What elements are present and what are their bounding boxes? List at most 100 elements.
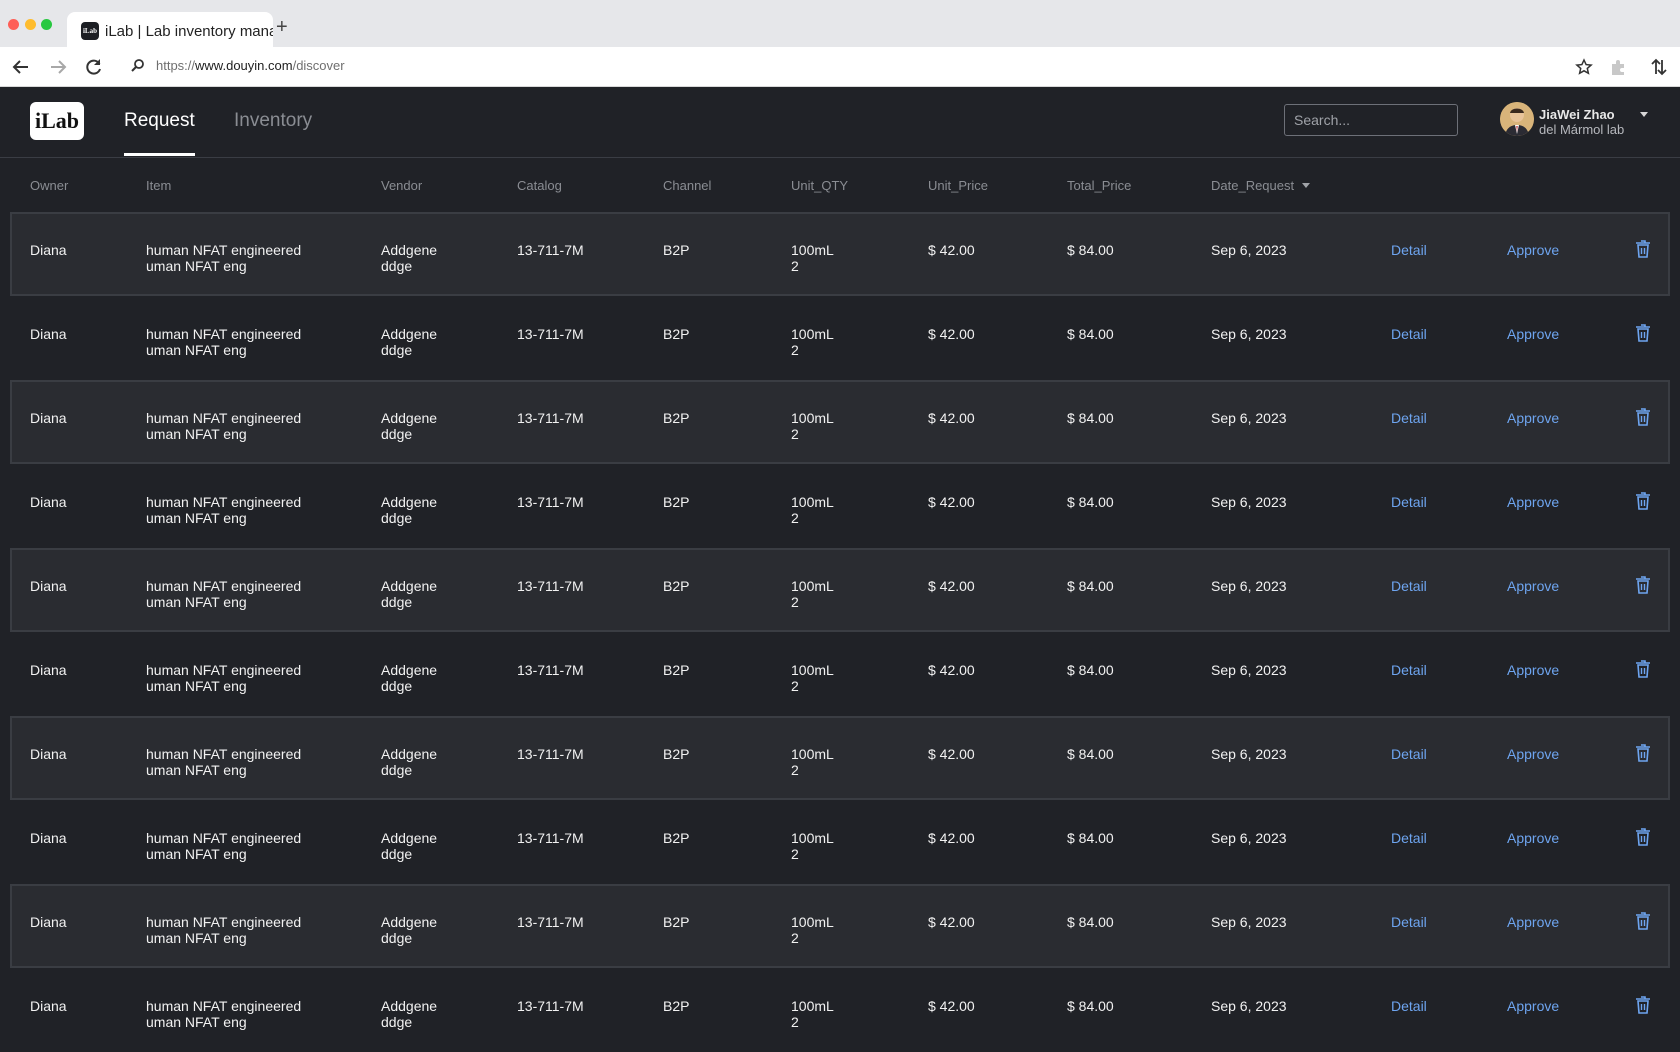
- row-unit-price: $ 42.00: [928, 578, 975, 594]
- detail-link[interactable]: Detail: [1391, 242, 1427, 258]
- detail-link[interactable]: Detail: [1391, 326, 1427, 342]
- maximize-window-button[interactable]: [41, 19, 52, 30]
- trash-icon[interactable]: [1635, 240, 1651, 258]
- row-channel: B2P: [663, 914, 689, 930]
- row-unit-qty: 100mL 2: [791, 746, 834, 778]
- arrow-right-icon[interactable]: [47, 56, 69, 78]
- caret-down-icon[interactable]: [1640, 112, 1648, 117]
- approve-button[interactable]: Approve: [1507, 746, 1559, 762]
- trash-icon[interactable]: [1635, 912, 1651, 930]
- sort-caret-down-icon[interactable]: [1302, 183, 1311, 188]
- detail-link[interactable]: Detail: [1391, 746, 1427, 762]
- trash-icon[interactable]: [1635, 828, 1651, 846]
- row-vendor-line: Addgene: [381, 662, 438, 678]
- browser-tab[interactable]: iLab iLab | Lab inventory management: [67, 12, 273, 47]
- minimize-window-button[interactable]: [25, 19, 36, 30]
- table-row[interactable]: Diana human NFAT engineered uman NFAT eng A…: [10, 716, 1670, 800]
- row-owner-line: Diana: [30, 662, 67, 678]
- table-row[interactable]: Diana human NFAT engineered uman NFAT eng A…: [10, 212, 1670, 296]
- row-total-price-line: $ 84.00: [1067, 830, 1114, 846]
- row-date-line: Sep 6, 2023: [1211, 578, 1287, 594]
- approve-button[interactable]: Approve: [1507, 578, 1559, 594]
- url-text[interactable]: https://www.douyin.com/discover: [156, 58, 345, 73]
- column-header-item[interactable]: Item: [146, 178, 171, 193]
- column-header-total-price[interactable]: Total_Price: [1067, 178, 1131, 193]
- row-total-price: $ 84.00: [1067, 410, 1114, 426]
- table-row[interactable]: Diana human NFAT engineered uman NFAT eng A…: [10, 632, 1670, 716]
- detail-link[interactable]: Detail: [1391, 662, 1427, 678]
- row-catalog-line: 13-711-7M: [517, 578, 584, 594]
- detail-link[interactable]: Detail: [1391, 998, 1427, 1014]
- row-item: human NFAT engineered uman NFAT eng: [146, 830, 301, 862]
- row-catalog: 13-711-7M: [517, 914, 584, 930]
- extension-icon[interactable]: [1607, 56, 1629, 78]
- table-row[interactable]: Diana human NFAT engineered uman NFAT eng A…: [10, 968, 1670, 1052]
- row-unit-qty-line: 2: [791, 1014, 799, 1030]
- approve-button[interactable]: Approve: [1507, 830, 1559, 846]
- sync-arrows-icon[interactable]: [1648, 56, 1670, 78]
- approve-button[interactable]: Approve: [1507, 326, 1559, 342]
- detail-link[interactable]: Detail: [1391, 914, 1427, 930]
- row-vendor-line: Addgene: [381, 746, 438, 762]
- column-header-owner[interactable]: Owner: [30, 178, 68, 193]
- column-header-channel[interactable]: Channel: [663, 178, 711, 193]
- tab-inventory[interactable]: Inventory: [234, 110, 312, 132]
- trash-icon[interactable]: [1635, 324, 1651, 342]
- table-row[interactable]: Diana human NFAT engineered uman NFAT eng A…: [10, 380, 1670, 464]
- column-header-date-request[interactable]: Date_Request: [1211, 178, 1311, 193]
- row-unit-qty: 100mL 2: [791, 326, 834, 358]
- row-owner-line: Diana: [30, 914, 67, 930]
- row-unit-qty-line: 2: [791, 510, 799, 526]
- approve-button[interactable]: Approve: [1507, 494, 1559, 510]
- column-header-unit-qty[interactable]: Unit_QTY: [791, 178, 848, 193]
- search-input[interactable]: [1284, 104, 1458, 136]
- row-owner: Diana: [30, 494, 67, 510]
- arrow-left-icon[interactable]: [10, 56, 32, 78]
- row-total-price-line: $ 84.00: [1067, 242, 1114, 258]
- user-lab[interactable]: del Mármol lab: [1539, 122, 1624, 137]
- column-header-unit-price[interactable]: Unit_Price: [928, 178, 988, 193]
- approve-button[interactable]: Approve: [1507, 410, 1559, 426]
- column-header-vendor[interactable]: Vendor: [381, 178, 422, 193]
- trash-icon[interactable]: [1635, 492, 1651, 510]
- row-owner: Diana: [30, 578, 67, 594]
- star-icon[interactable]: [1573, 56, 1595, 78]
- approve-button[interactable]: Approve: [1507, 998, 1559, 1014]
- table-row[interactable]: Diana human NFAT engineered uman NFAT eng A…: [10, 296, 1670, 380]
- table-row[interactable]: Diana human NFAT engineered uman NFAT eng A…: [10, 800, 1670, 884]
- row-catalog: 13-711-7M: [517, 494, 584, 510]
- row-unit-price-line: $ 42.00: [928, 578, 975, 594]
- row-catalog-line: 13-711-7M: [517, 242, 584, 258]
- approve-button[interactable]: Approve: [1507, 914, 1559, 930]
- row-channel-line: B2P: [663, 998, 690, 1014]
- row-vendor-line: ddge: [381, 762, 413, 778]
- row-item-line: human NFAT engineered: [146, 494, 302, 510]
- trash-icon[interactable]: [1635, 744, 1651, 762]
- avatar[interactable]: [1500, 102, 1534, 136]
- detail-link[interactable]: Detail: [1391, 830, 1427, 846]
- approve-button[interactable]: Approve: [1507, 242, 1559, 258]
- reload-icon[interactable]: [83, 56, 105, 78]
- row-item-line: uman NFAT eng: [146, 426, 247, 442]
- close-window-button[interactable]: [8, 19, 19, 30]
- app-logo[interactable]: iLab: [30, 102, 84, 140]
- row-vendor-line: ddge: [381, 1014, 413, 1030]
- trash-icon[interactable]: [1635, 996, 1651, 1014]
- tab-request[interactable]: Request: [124, 110, 195, 132]
- approve-button[interactable]: Approve: [1507, 662, 1559, 678]
- trash-icon[interactable]: [1635, 408, 1651, 426]
- detail-link[interactable]: Detail: [1391, 494, 1427, 510]
- new-tab-button[interactable]: +: [276, 17, 288, 37]
- row-unit-price-line: $ 42.00: [928, 746, 975, 762]
- table-row[interactable]: Diana human NFAT engineered uman NFAT eng A…: [10, 548, 1670, 632]
- trash-icon[interactable]: [1635, 576, 1651, 594]
- detail-link[interactable]: Detail: [1391, 410, 1427, 426]
- trash-icon[interactable]: [1635, 660, 1651, 678]
- user-name[interactable]: JiaWei Zhao: [1539, 107, 1615, 122]
- row-date: Sep 6, 2023: [1211, 242, 1287, 258]
- column-header-catalog[interactable]: Catalog: [517, 178, 562, 193]
- table-row[interactable]: Diana human NFAT engineered uman NFAT eng A…: [10, 464, 1670, 548]
- row-item-line: human NFAT engineered: [146, 410, 302, 426]
- detail-link[interactable]: Detail: [1391, 578, 1427, 594]
- table-row[interactable]: Diana human NFAT engineered uman NFAT eng A…: [10, 884, 1670, 968]
